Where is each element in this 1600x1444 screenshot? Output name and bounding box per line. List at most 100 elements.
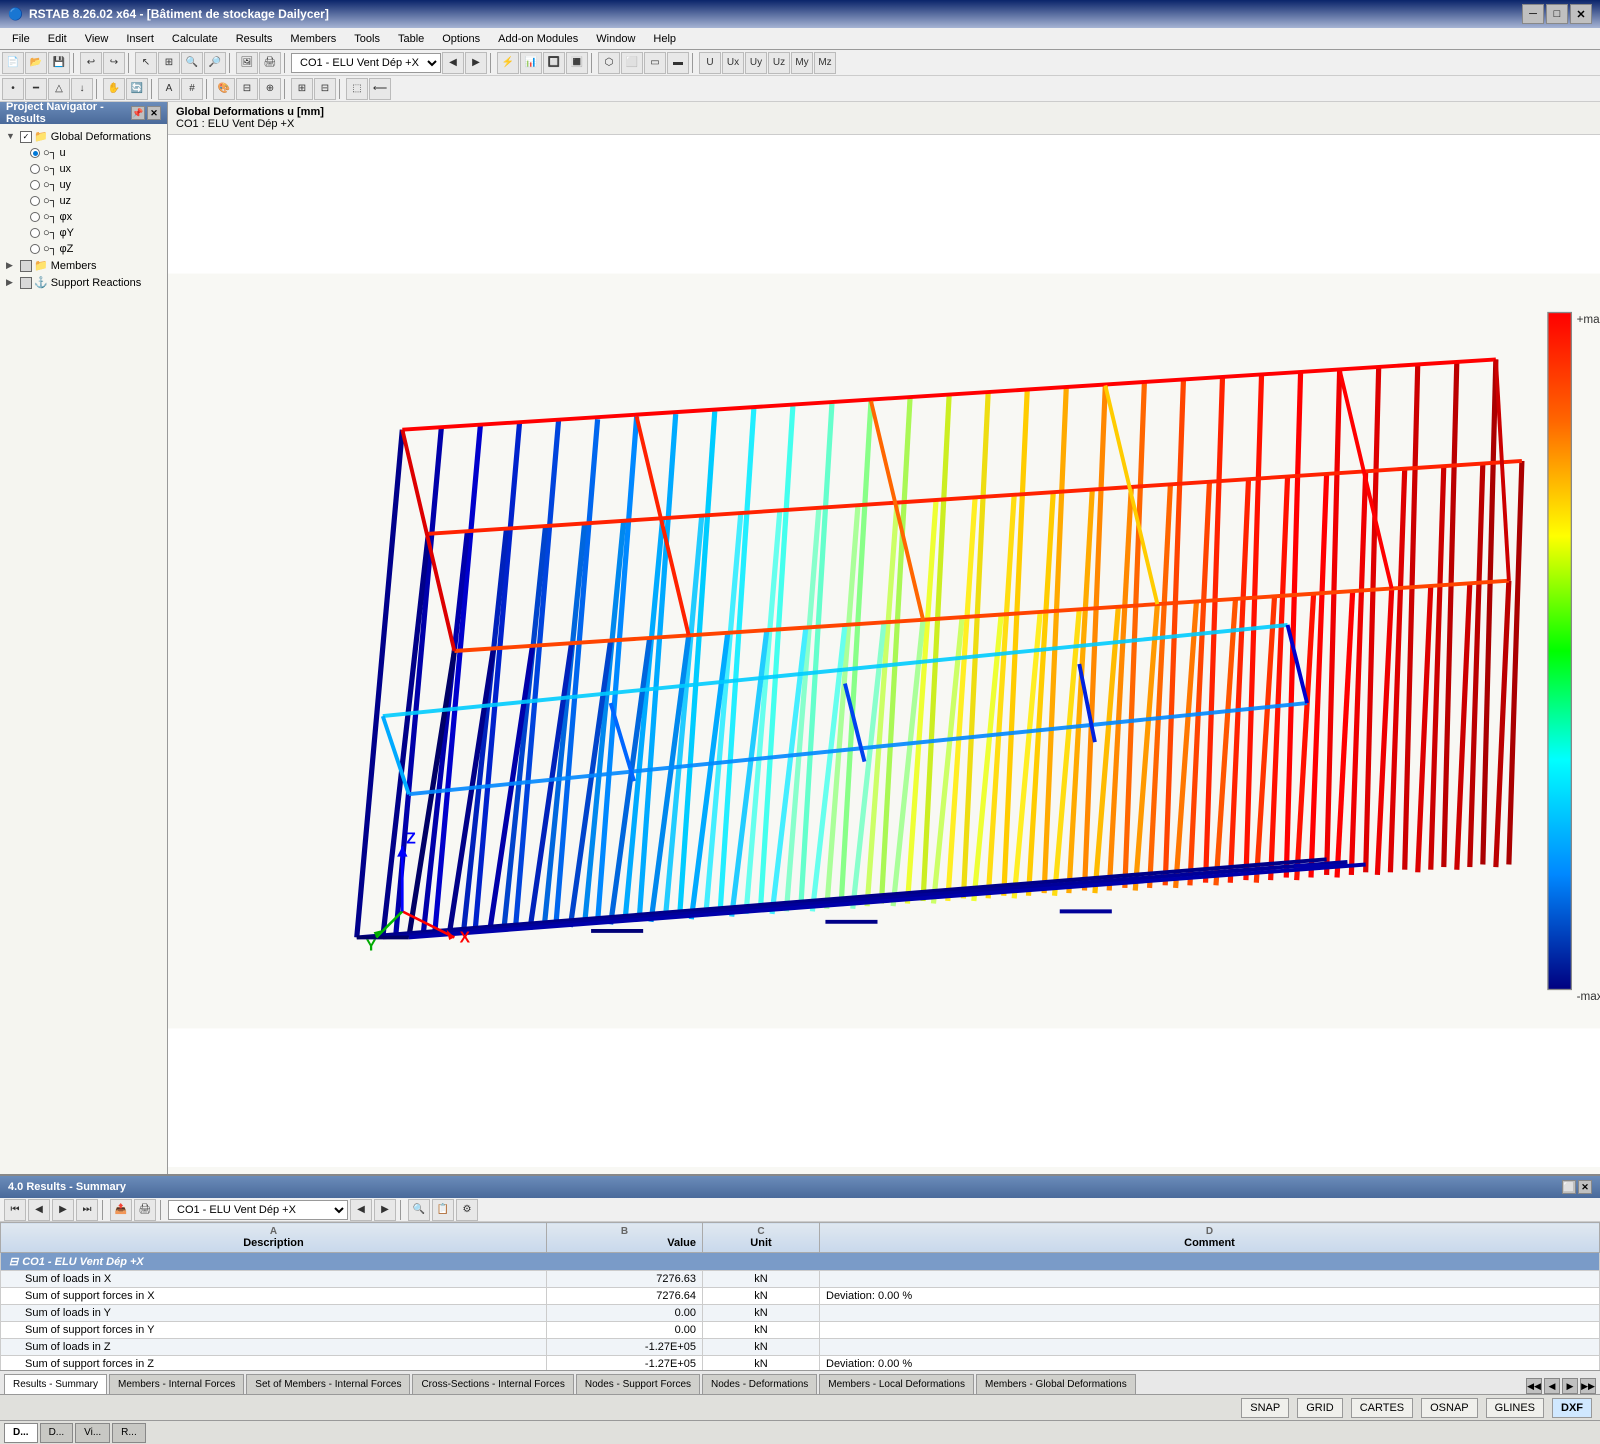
tb-new[interactable]: 📄 bbox=[2, 52, 24, 74]
results-tb-first[interactable]: ⏮ bbox=[4, 1199, 26, 1221]
results-tab-5[interactable]: Nodes - Deformations bbox=[702, 1374, 817, 1394]
status-dxf[interactable]: DXF bbox=[1552, 1398, 1592, 1418]
nav-tab-d1[interactable]: D... bbox=[4, 1423, 38, 1443]
menu-insert[interactable]: Insert bbox=[118, 29, 162, 49]
tb-zoom-in[interactable]: 🔍 bbox=[181, 52, 203, 74]
tree-global-deformations[interactable]: ▼ ✓ 📁 Global Deformations bbox=[2, 128, 165, 145]
tb-color-scale[interactable]: 🎨 bbox=[213, 78, 235, 100]
menu-addon[interactable]: Add-on Modules bbox=[490, 29, 586, 49]
menu-view[interactable]: View bbox=[77, 29, 117, 49]
tb-deform-uy[interactable]: Uy bbox=[745, 52, 767, 74]
tb-print[interactable]: 🖨 bbox=[259, 52, 281, 74]
results-tb-filter[interactable]: 🔍 bbox=[408, 1199, 430, 1221]
tb-deform-u[interactable]: U bbox=[699, 52, 721, 74]
tree-support-reactions[interactable]: ▶ ⚓ Support Reactions bbox=[2, 274, 165, 291]
radio-uz[interactable] bbox=[30, 196, 40, 206]
tb-grid[interactable]: ⊞ bbox=[291, 78, 313, 100]
status-grid[interactable]: GRID bbox=[1297, 1398, 1343, 1418]
menu-calculate[interactable]: Calculate bbox=[164, 29, 226, 49]
tree-item-uz[interactable]: ○┐ uz bbox=[2, 193, 165, 209]
tb-moment-my[interactable]: My bbox=[791, 52, 813, 74]
menu-window[interactable]: Window bbox=[588, 29, 643, 49]
nav-tab-r[interactable]: R... bbox=[112, 1423, 146, 1443]
results-tb-next[interactable]: ▶ bbox=[52, 1199, 74, 1221]
status-snap[interactable]: SNAP bbox=[1241, 1398, 1289, 1418]
load-case-combo[interactable]: CO1 - ELU Vent Dép +X bbox=[291, 53, 441, 73]
results-tb-settings[interactable]: ⚙ bbox=[456, 1199, 478, 1221]
tb-next-case[interactable]: ▶ bbox=[465, 52, 487, 74]
tab-scroll-prev[interactable]: ◀ bbox=[1544, 1378, 1560, 1394]
tb-member[interactable]: ━ bbox=[25, 78, 47, 100]
tb-deform-uz[interactable]: Uz bbox=[768, 52, 790, 74]
results-tb-prev[interactable]: ◀ bbox=[28, 1199, 50, 1221]
tb-save[interactable]: 💾 bbox=[48, 52, 70, 74]
tb-rotate[interactable]: 🔄 bbox=[126, 78, 148, 100]
tab-scroll-left[interactable]: ◀◀ bbox=[1526, 1378, 1542, 1394]
results-tab-6[interactable]: Members - Local Deformations bbox=[819, 1374, 974, 1394]
tree-item-phiz[interactable]: ○┐ φZ bbox=[2, 241, 165, 257]
menu-tools[interactable]: Tools bbox=[346, 29, 388, 49]
tab-scroll-last[interactable]: ▶▶ bbox=[1580, 1378, 1596, 1394]
status-osnap[interactable]: OSNAP bbox=[1421, 1398, 1478, 1418]
menu-help[interactable]: Help bbox=[645, 29, 684, 49]
results-tab-2[interactable]: Set of Members - Internal Forces bbox=[246, 1374, 410, 1394]
close-button[interactable]: ✕ bbox=[1570, 4, 1592, 24]
tb-snap-grid[interactable]: ⊟ bbox=[314, 78, 336, 100]
results-tab-0[interactable]: Results - Summary bbox=[4, 1374, 107, 1394]
results-tab-3[interactable]: Cross-Sections - Internal Forces bbox=[412, 1374, 573, 1394]
tree-item-u[interactable]: ○┐ u bbox=[2, 145, 165, 161]
tb-side[interactable]: ▭ bbox=[644, 52, 666, 74]
radio-phiz[interactable] bbox=[30, 244, 40, 254]
panel-pin-button[interactable]: 📌 bbox=[131, 106, 145, 120]
tb-results[interactable]: 📊 bbox=[520, 52, 542, 74]
menu-edit[interactable]: Edit bbox=[40, 29, 75, 49]
menu-members[interactable]: Members bbox=[282, 29, 344, 49]
results-close-button[interactable]: ✕ bbox=[1578, 1180, 1592, 1194]
tb-front[interactable]: ⬜ bbox=[621, 52, 643, 74]
tb-section[interactable]: ⊟ bbox=[236, 78, 258, 100]
tb-zoom-all[interactable]: ⊞ bbox=[158, 52, 180, 74]
panel-close-button[interactable]: ✕ bbox=[147, 106, 161, 120]
tree-item-ux[interactable]: ○┐ ux bbox=[2, 161, 165, 177]
results-tab-1[interactable]: Members - Internal Forces bbox=[109, 1374, 244, 1394]
results-tb-export[interactable]: 📤 bbox=[110, 1199, 132, 1221]
maximize-button[interactable]: □ bbox=[1546, 4, 1568, 24]
tb-top[interactable]: ▬ bbox=[667, 52, 689, 74]
menu-options[interactable]: Options bbox=[434, 29, 488, 49]
tb-support[interactable]: △ bbox=[48, 78, 70, 100]
tb-zoom-prev[interactable]: ⟵ bbox=[369, 78, 391, 100]
tb-number[interactable]: # bbox=[181, 78, 203, 100]
results-tab-7[interactable]: Members - Global Deformations bbox=[976, 1374, 1136, 1394]
tb-redo[interactable]: ↪ bbox=[103, 52, 125, 74]
results-tb-copy[interactable]: 📋 bbox=[432, 1199, 454, 1221]
results-tab-4[interactable]: Nodes - Support Forces bbox=[576, 1374, 700, 1394]
tb-solid[interactable]: 🔳 bbox=[566, 52, 588, 74]
tb-moment-mz[interactable]: Mz bbox=[814, 52, 836, 74]
status-glines[interactable]: GLINES bbox=[1486, 1398, 1544, 1418]
menu-results[interactable]: Results bbox=[228, 29, 281, 49]
minimize-button[interactable]: ─ bbox=[1522, 4, 1544, 24]
tb-axis[interactable]: ⊕ bbox=[259, 78, 281, 100]
nav-tab-vi[interactable]: Vi... bbox=[75, 1423, 110, 1443]
tb-deform-ux[interactable]: Ux bbox=[722, 52, 744, 74]
radio-uy[interactable] bbox=[30, 180, 40, 190]
tb-open[interactable]: 📂 bbox=[25, 52, 47, 74]
status-cartes[interactable]: CARTES bbox=[1351, 1398, 1413, 1418]
tb-calc[interactable]: ⚡ bbox=[497, 52, 519, 74]
results-tb-print[interactable]: 🖨 bbox=[134, 1199, 156, 1221]
tb-iso[interactable]: ⬡ bbox=[598, 52, 620, 74]
results-combo-prev[interactable]: ◀ bbox=[350, 1199, 372, 1221]
tree-item-phix[interactable]: ○┐ φx bbox=[2, 209, 165, 225]
results-combo[interactable]: CO1 - ELU Vent Dép +X bbox=[168, 1200, 348, 1220]
nav-tab-d2[interactable]: D... bbox=[40, 1423, 74, 1443]
results-combo-next[interactable]: ▶ bbox=[374, 1199, 396, 1221]
tree-checkbox-members[interactable] bbox=[20, 260, 32, 272]
tree-checkbox[interactable]: ✓ bbox=[20, 131, 32, 143]
tree-checkbox-support[interactable] bbox=[20, 277, 32, 289]
tree-item-phiy[interactable]: ○┐ φY bbox=[2, 225, 165, 241]
radio-u[interactable] bbox=[30, 148, 40, 158]
radio-phiy[interactable] bbox=[30, 228, 40, 238]
tb-pan[interactable]: ✋ bbox=[103, 78, 125, 100]
tb-prev-case[interactable]: ◀ bbox=[442, 52, 464, 74]
3d-canvas[interactable]: +max -max bbox=[168, 135, 1600, 1167]
